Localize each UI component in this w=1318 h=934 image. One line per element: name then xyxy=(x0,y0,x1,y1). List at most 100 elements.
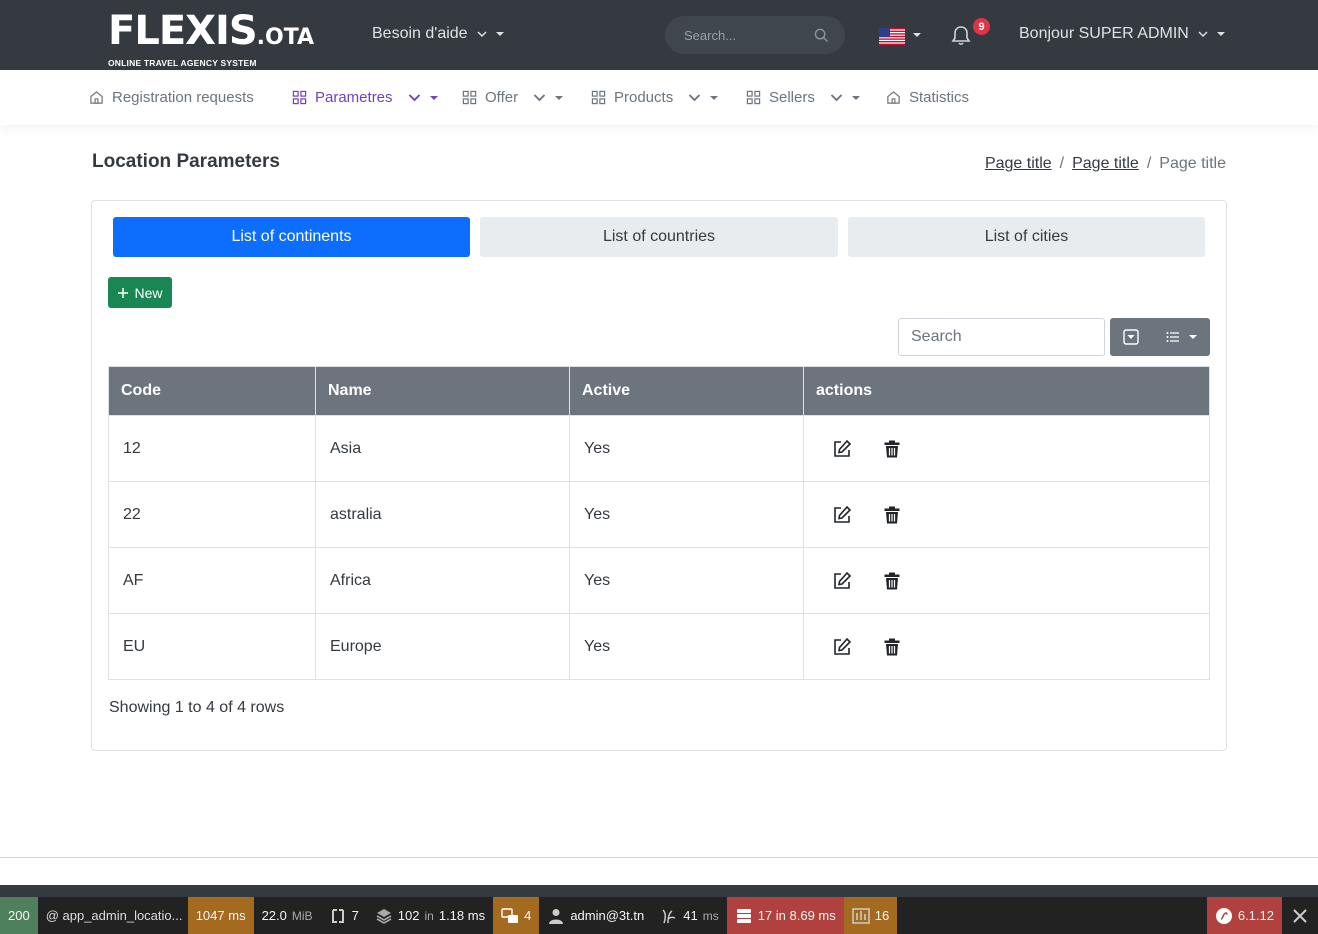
debug-status-code[interactable]: 200 xyxy=(0,897,38,934)
global-search[interactable] xyxy=(665,16,845,54)
database-icon xyxy=(736,908,751,923)
column-header-name[interactable]: Name xyxy=(315,366,570,416)
bell-icon[interactable] xyxy=(949,24,973,48)
caret-down-icon xyxy=(429,95,438,100)
cell-code: EU xyxy=(108,613,316,680)
user-menu[interactable]: Bonjour SUPER ADMIN xyxy=(1019,25,1225,43)
table-search-input[interactable] xyxy=(898,318,1105,356)
nav-item-offer[interactable]: Offer xyxy=(462,89,564,106)
trash-icon[interactable] xyxy=(882,571,902,591)
cell-actions xyxy=(803,481,1210,548)
help-dropdown[interactable]: Besoin d'aide xyxy=(372,25,504,43)
edit-icon[interactable] xyxy=(832,439,852,459)
global-search-input[interactable] xyxy=(684,27,804,43)
columns-dropdown-button[interactable] xyxy=(1152,318,1210,356)
debug-memory[interactable]: 22.0 MiB xyxy=(254,897,321,934)
column-header-active[interactable]: Active xyxy=(569,366,804,416)
edit-icon[interactable] xyxy=(832,571,852,591)
table-row: 22 astralia Yes xyxy=(108,481,1210,548)
cell-code: AF xyxy=(108,547,316,614)
debug-twig-value: 41 xyxy=(683,908,698,923)
nav-item-statistics[interactable]: Statistics xyxy=(886,89,969,106)
debug-translations[interactable]: 4 xyxy=(493,897,540,934)
caret-down-icon xyxy=(1216,32,1225,36)
debug-events[interactable]: 16 xyxy=(843,897,898,934)
toggle-detail-button[interactable] xyxy=(1110,318,1152,356)
events-icon xyxy=(852,907,870,924)
debug-user-name: admin@3t.tn xyxy=(570,908,645,923)
nav-label: Statistics xyxy=(909,89,970,106)
search-icon[interactable] xyxy=(814,28,829,43)
debug-twig[interactable]: 41 ms xyxy=(652,897,726,934)
cell-code: 12 xyxy=(108,415,316,482)
cell-active: Yes xyxy=(569,547,804,614)
debug-symfony-version[interactable]: 6.1.12 xyxy=(1206,897,1282,934)
debug-time[interactable]: 1047 ms xyxy=(187,897,254,934)
home-icon xyxy=(887,91,900,104)
debug-cache[interactable]: 102 in 1.18 ms xyxy=(367,897,493,934)
nav-label: Registration requests xyxy=(112,89,254,106)
grid-icon xyxy=(462,90,477,105)
edit-icon[interactable] xyxy=(832,505,852,525)
caret-down-icon xyxy=(851,95,860,100)
new-button[interactable]: New xyxy=(108,277,172,308)
plus-icon xyxy=(118,287,129,298)
debug-database[interactable]: 17 in 8.69 ms xyxy=(726,897,844,934)
nav-label: Parametres xyxy=(315,89,393,106)
trash-icon[interactable] xyxy=(882,505,902,525)
cell-code: 22 xyxy=(108,481,316,548)
main-navigation: Registration requests Parametres Offer P… xyxy=(0,70,1318,125)
pagination-info: Showing 1 to 4 of 4 rows xyxy=(109,699,285,716)
user-icon xyxy=(549,908,564,924)
debug-close-button[interactable] xyxy=(1282,897,1318,934)
twig-icon xyxy=(662,908,676,923)
edit-icon[interactable] xyxy=(832,637,852,657)
us-flag-icon xyxy=(879,28,905,45)
table-row: 12 Asia Yes xyxy=(108,415,1210,482)
logo-main-text: FLEXIS xyxy=(108,8,258,54)
language-selector[interactable] xyxy=(879,28,905,45)
chevron-down-icon xyxy=(830,94,843,102)
debug-route[interactable]: @ app_admin_locatio... xyxy=(38,897,188,934)
layers-icon xyxy=(376,908,392,924)
tab-continents[interactable]: List of continents xyxy=(113,217,470,257)
debug-translations-count: 4 xyxy=(524,908,532,923)
translation-icon xyxy=(501,907,519,923)
column-header-code[interactable]: Code xyxy=(108,366,316,416)
nav-item-registration-requests[interactable]: Registration requests xyxy=(89,89,254,106)
tab-countries[interactable]: List of countries xyxy=(480,217,838,257)
continents-table: Code Name Active actions 12 Asia Yes 22 … xyxy=(108,366,1210,680)
trash-icon[interactable] xyxy=(882,637,902,657)
caret-down-icon xyxy=(495,32,504,36)
debug-memory-value: 22.0 xyxy=(261,908,287,923)
table-row: EU Europe Yes xyxy=(108,613,1210,680)
debug-toolbar-edge xyxy=(0,885,1318,897)
breadcrumb-link-2[interactable]: Page title xyxy=(1072,155,1139,173)
grid-icon xyxy=(292,90,307,105)
breadcrumb-link-1[interactable]: Page title xyxy=(985,155,1052,173)
nav-item-sellers[interactable]: Sellers xyxy=(746,89,860,106)
table-header-row: Code Name Active actions xyxy=(108,366,1210,416)
location-parameters-card: List of continents List of countries Lis… xyxy=(91,200,1227,751)
cell-active: Yes xyxy=(569,481,804,548)
debug-database-value: 17 in 8.69 ms xyxy=(757,908,836,923)
tab-cities[interactable]: List of cities xyxy=(848,217,1205,257)
caret-down-icon xyxy=(555,95,564,100)
debug-forms[interactable]: 7 xyxy=(321,897,367,934)
debug-user[interactable]: admin@3t.tn xyxy=(539,897,652,934)
forms-icon xyxy=(331,908,344,923)
footer-divider xyxy=(0,857,1318,858)
debug-forms-count: 7 xyxy=(351,908,359,923)
chevron-down-icon xyxy=(533,94,546,102)
cell-active: Yes xyxy=(569,415,804,482)
cell-actions xyxy=(803,415,1210,482)
chevron-down-icon xyxy=(1198,31,1208,38)
nav-item-products[interactable]: Products xyxy=(591,89,719,106)
nav-label: Offer xyxy=(485,89,519,106)
logo[interactable]: FLEXIS.OTA ONLINE TRAVEL AGENCY SYSTEM xyxy=(108,11,314,67)
trash-icon[interactable] xyxy=(882,439,902,459)
nav-item-parametres[interactable]: Parametres xyxy=(292,89,438,106)
chevron-down-icon xyxy=(689,94,701,102)
language-caret-icon[interactable] xyxy=(913,33,921,37)
home-icon xyxy=(90,91,103,104)
